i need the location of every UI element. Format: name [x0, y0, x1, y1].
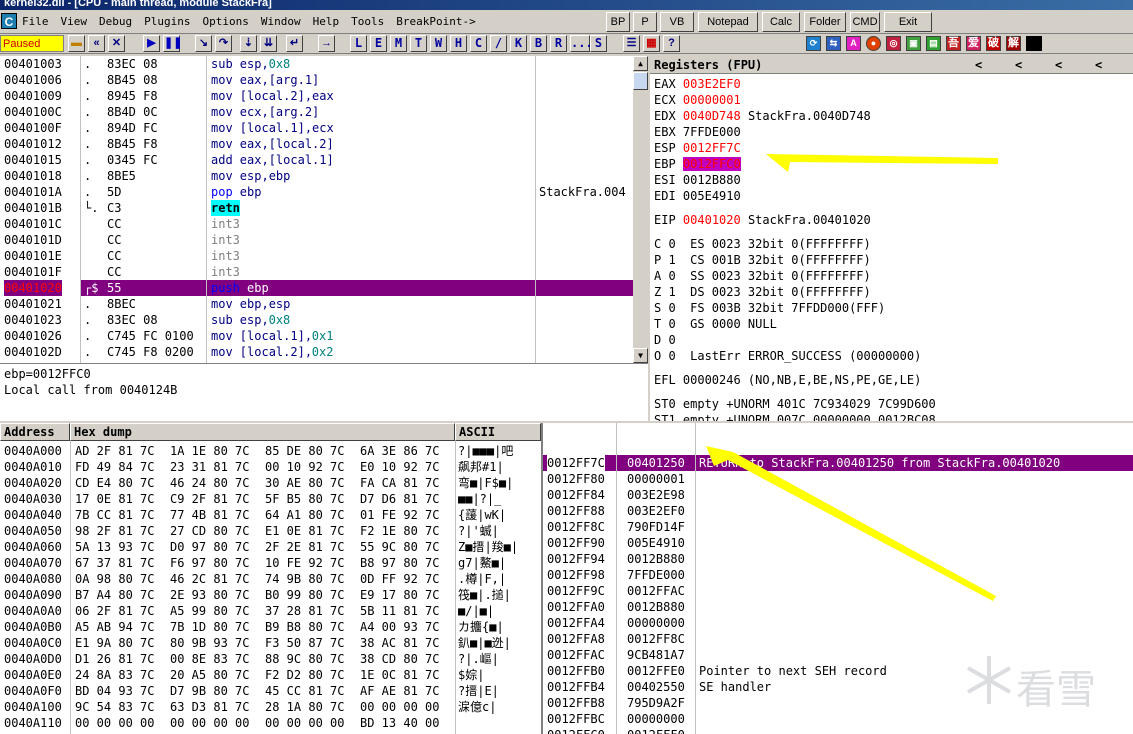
yellow-arrow-ebp — [766, 154, 998, 172]
watermark-text: 看雪 — [1016, 667, 1096, 713]
watermark: 看雪 — [962, 653, 1112, 713]
snowflake-icon — [967, 656, 1011, 704]
yellow-arrow-stack — [706, 446, 996, 601]
annotation-overlay — [706, 154, 998, 601]
